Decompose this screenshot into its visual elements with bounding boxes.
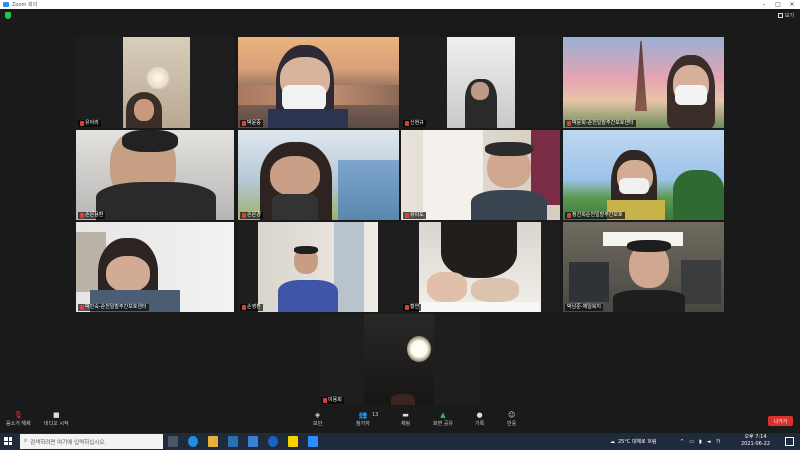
video-tile-3[interactable]: 신현규 [401,37,560,128]
battery-icon[interactable]: ▮ [699,439,702,445]
security-button[interactable]: ◈ 보안 [313,410,322,428]
video-tile-4[interactable]: 박윤희-순천일발주간보호센터 [563,37,724,128]
minimize-button[interactable]: – [757,0,771,9]
reactions-button[interactable]: ☺ 반응 [507,410,516,428]
share-screen-button[interactable]: ▲ 화면 공유 [433,410,453,428]
maximize-button[interactable]: □ [771,0,785,9]
store-icon[interactable] [228,436,238,447]
participant-label: 정선희순천일발주간보호 [565,212,625,219]
chat-icon: ▬ [402,410,409,419]
system-tray: ^ ▭ ▮ ◄ 가 [680,433,720,450]
participant-label: 황연 [403,304,422,311]
windows-start-icon[interactable] [4,437,12,445]
muted-mic-icon [242,213,246,218]
muted-mic-icon [405,121,409,126]
notifications-icon[interactable] [785,437,794,446]
leave-button[interactable]: 나가기 [768,416,793,426]
muted-mic-icon [405,305,409,310]
mute-button[interactable]: 🎙 음소거 해제 [6,410,31,428]
view-button[interactable]: 보기 [777,12,794,19]
shield-icon[interactable] [5,12,11,19]
participant-label: 손영환 [240,304,263,311]
video-tile-11[interactable]: 황연 [401,222,560,312]
participant-label: 유이도 [403,212,426,219]
network-icon[interactable]: ▭ [689,439,694,445]
volume-icon[interactable]: ◄ [707,439,711,445]
muted-mic-icon [80,121,84,126]
video-camera-icon: ■ [52,410,60,419]
kakaotalk-icon[interactable] [288,436,298,447]
participant-label: 유아라 [78,120,101,127]
mail-icon[interactable] [248,436,258,447]
record-icon: ● [476,410,483,419]
participants-button[interactable]: 👥 참가자 13 [356,410,378,428]
muted-mic-icon [323,398,327,403]
video-tile-7[interactable]: 유이도 [401,130,560,220]
chevron-up-icon[interactable]: ^ [680,439,684,445]
muted-mic-icon [80,213,84,218]
file-explorer-icon[interactable] [208,436,218,447]
cloud-icon: ☁ [610,438,615,445]
muted-mic-icon [242,121,246,126]
record-button[interactable]: ● 기록 [475,410,484,428]
internet-explorer-icon[interactable] [268,436,278,447]
start-video-button[interactable]: ■ 비디오 시작 [44,410,69,428]
meeting-topbar [0,9,800,23]
video-tile-8[interactable]: 정선희순천일발주간보호 [563,130,724,220]
video-tile-5[interactable]: 손은용환 [76,130,234,220]
muted-mic-icon [567,121,571,126]
meeting-toolbar [0,408,800,433]
participant-label: 박남준-애일복지 [565,304,604,311]
participant-label: 손은경 [240,212,263,219]
video-tile-1[interactable]: 유아라 [76,37,234,128]
video-tile-13[interactable]: 이용희 [319,314,480,405]
shield-icon: ◈ [314,410,321,419]
participant-label: 박윤희-순천일발주간보호센터 [565,120,636,127]
edge-browser-icon[interactable] [188,436,198,447]
window-titlebar: Zoom 회의 – □ ✕ [0,0,800,9]
share-screen-icon: ▲ [440,410,446,419]
muted-mic-icon [80,305,84,310]
video-tile-9[interactable]: 박민숙-순천일발주간보호센터 [76,222,234,312]
video-tile-12-active-speaker[interactable]: 박남준-애일복지 [563,222,724,312]
search-icon: ⌕ [24,438,28,444]
video-tile-10[interactable]: 손영환 [238,222,399,312]
muted-mic-icon: 🎙 [13,410,23,419]
chat-button[interactable]: ▬ 채팅 [401,410,410,428]
participant-label: 손은용환 [78,212,106,219]
muted-mic-icon [567,213,571,218]
muted-mic-icon [405,213,409,218]
view-label: 보기 [784,13,794,19]
video-tile-2[interactable]: 박윤중 [238,37,399,128]
weather-widget[interactable]: ☁ 25°C 대체로 흐림 [610,433,657,450]
video-tile-6[interactable]: 손은경 [238,130,399,220]
ime-indicator[interactable]: 가 [716,438,721,445]
participants-icon: 👥 [358,410,368,419]
taskbar-clock[interactable]: 오후 7:14 2021-06-22 [741,434,770,448]
close-button[interactable]: ✕ [785,0,799,9]
smiley-icon: ☺ [507,410,516,419]
task-view-icon[interactable] [168,436,178,447]
muted-mic-icon [242,305,246,310]
participant-label: 신현규 [403,120,426,127]
zoom-logo-icon [3,2,9,7]
window-title: Zoom 회의 [12,2,38,8]
participant-label: 이용희 [321,397,344,404]
participant-label: 박민숙-순천일발주간보호센터 [78,304,149,311]
participant-label: 박윤중 [240,120,263,127]
taskbar-search-input[interactable]: ⌕ 검색하려면 여기에 입력하십시오. [20,434,163,449]
zoom-taskbar-icon[interactable] [308,436,318,447]
grid-icon [777,13,783,18]
